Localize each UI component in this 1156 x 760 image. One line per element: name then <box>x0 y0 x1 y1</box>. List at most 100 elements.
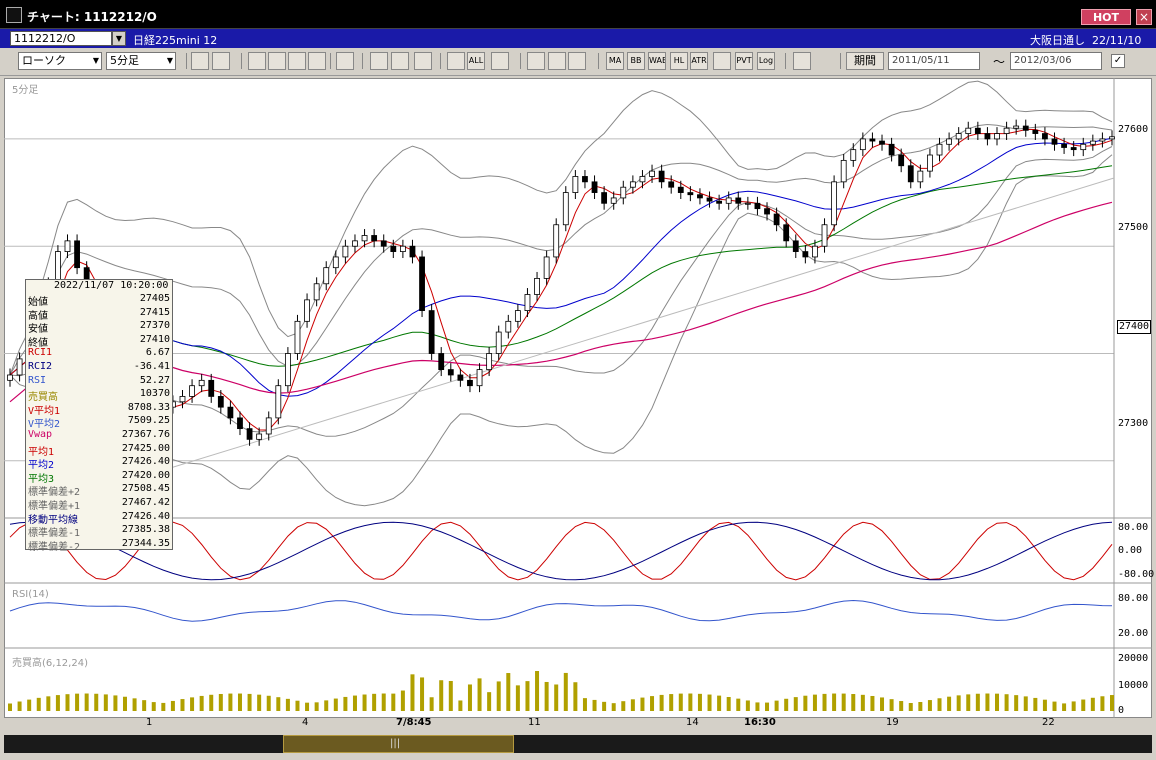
cursor-icon[interactable] <box>212 52 230 70</box>
volume-bar <box>621 701 626 711</box>
x-tick-label: 22 <box>1042 717 1055 728</box>
volume-bar <box>678 693 683 711</box>
hot-button[interactable]: HOT <box>1081 9 1131 25</box>
all-icon[interactable]: ALL <box>467 52 485 70</box>
data-panel-label: Vwap <box>28 429 53 440</box>
chart-app-icon <box>6 7 22 23</box>
symbol-input[interactable]: 1112212/O <box>10 31 112 46</box>
zoomfit-icon[interactable] <box>268 52 286 70</box>
volume-tick-10000: 10000 <box>1118 680 1149 691</box>
volume-bar <box>745 700 750 711</box>
volume-bar <box>995 693 1000 711</box>
data-panel-label: 標準偏差-2 <box>28 541 81 553</box>
volume-bar <box>899 701 904 711</box>
candle-body <box>1061 143 1067 148</box>
y-tick-27600: 27600 <box>1118 124 1149 135</box>
interval-select[interactable]: 5分足 ▼ <box>106 52 176 70</box>
window-icon[interactable] <box>793 52 811 70</box>
zoom-icon[interactable] <box>191 52 209 70</box>
volume-bar <box>688 693 693 711</box>
candle-body <box>1003 127 1010 134</box>
symbol-dropdown-button[interactable]: ▼ <box>112 31 126 46</box>
volume-bar <box>726 696 731 711</box>
yen-icon[interactable] <box>288 52 306 70</box>
lines-icon[interactable] <box>447 52 465 70</box>
x-tick-label: 16:30 <box>744 717 776 728</box>
chip-icon[interactable] <box>308 52 326 70</box>
volume-bar <box>65 694 70 711</box>
candle-body <box>284 353 291 387</box>
volume-bar <box>1004 694 1009 711</box>
hl-icon[interactable]: HL <box>670 52 688 70</box>
time-scrollbar[interactable] <box>4 735 1152 753</box>
date-to-field[interactable]: 2012/03/06 <box>1010 52 1102 70</box>
volume-bar <box>343 696 348 711</box>
candle-body <box>256 433 263 440</box>
market-date: 大阪日通し 22/11/10 <box>1030 32 1141 48</box>
bookmark-icon[interactable] <box>248 52 266 70</box>
chart-type-select[interactable]: ローソク ▼ <box>18 52 102 70</box>
period-button[interactable]: 期間 <box>846 52 884 70</box>
data-panel-value: 27420.00 <box>121 469 170 481</box>
date-from-value: 2011/05/11 <box>892 55 950 66</box>
arrow-icon[interactable] <box>370 52 388 70</box>
data-panel-value: 27344.35 <box>121 537 170 549</box>
date-from-field[interactable]: 2011/05/11 <box>888 52 980 70</box>
wae-icon[interactable]: WAE <box>648 52 666 70</box>
candle-body <box>879 140 885 145</box>
candle-body <box>1080 143 1087 151</box>
brush-icon[interactable] <box>527 52 545 70</box>
data-panel-value: 6.67 <box>145 347 170 359</box>
volume-bar <box>94 693 99 711</box>
undo-icon[interactable] <box>391 52 409 70</box>
volume-bar <box>765 702 770 711</box>
volume-bar <box>956 695 961 711</box>
bb-icon[interactable]: BB <box>627 52 645 70</box>
candle-body <box>553 224 560 258</box>
close-button[interactable]: × <box>1136 9 1152 25</box>
atr-icon[interactable]: ATR <box>690 52 708 70</box>
data-panel-row: 平均3 27420.00 <box>28 469 172 485</box>
grid-icon[interactable] <box>491 52 509 70</box>
candle-body <box>792 240 799 252</box>
x-tick-label: 1 <box>146 717 153 728</box>
enve-icon[interactable] <box>713 52 731 70</box>
candle-body <box>974 127 981 134</box>
candle-body <box>629 181 636 188</box>
apply-checkbox[interactable]: ✓ <box>1111 54 1125 68</box>
volume-bar <box>966 694 971 711</box>
pencil-icon[interactable] <box>336 52 354 70</box>
candle-body <box>428 310 435 354</box>
volume-bar <box>784 698 789 711</box>
volume-bar <box>161 702 166 711</box>
chevron-down-icon: ▼ <box>166 56 173 65</box>
candle-icon[interactable] <box>414 52 432 70</box>
candle-body <box>754 202 761 210</box>
toolbar-separator <box>520 53 521 69</box>
toolbar-separator <box>241 53 242 69</box>
candle-body <box>927 154 933 172</box>
volume-bar <box>592 699 597 711</box>
color-icon[interactable] <box>548 52 566 70</box>
chart-svg[interactable] <box>4 78 1152 718</box>
chart-type-value: ローソク <box>22 54 66 67</box>
volume-bar <box>1090 697 1095 711</box>
volume-bar <box>937 698 942 711</box>
ma-icon[interactable]: MA <box>606 52 624 70</box>
candle-body <box>946 138 952 145</box>
candle-body <box>534 278 540 295</box>
candle-body <box>304 299 310 322</box>
main-panel-label: 5分足 <box>12 85 39 96</box>
candle-body <box>725 197 732 204</box>
volume-bar <box>525 681 530 711</box>
candle-body <box>649 170 655 177</box>
pvt-icon[interactable]: PVT <box>735 52 753 70</box>
log-icon[interactable]: Log <box>757 52 775 70</box>
volume-bar <box>55 695 60 711</box>
tbl-icon[interactable] <box>568 52 586 70</box>
candle-body <box>313 283 320 301</box>
rci-tick-80: 80.00 <box>1118 522 1149 533</box>
rsi-panel-label: RSI(14) <box>12 589 49 600</box>
volume-bar <box>142 700 147 711</box>
volume-bar <box>1014 695 1019 711</box>
